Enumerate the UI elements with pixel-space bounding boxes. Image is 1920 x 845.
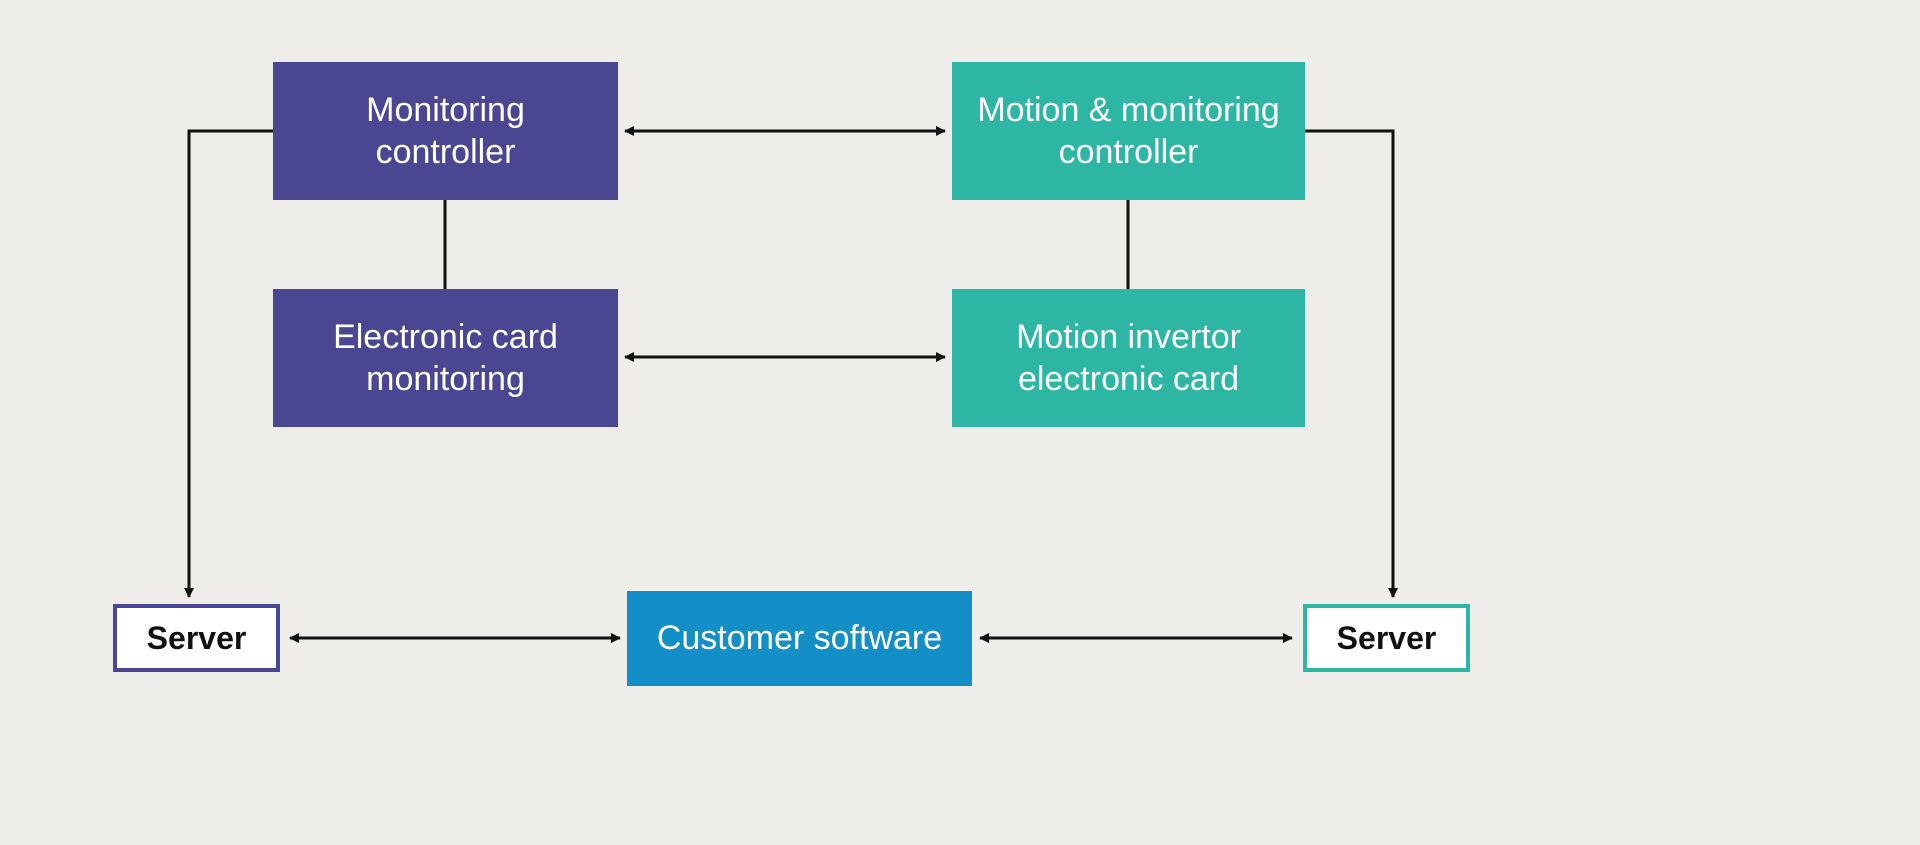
- customer-software-box: Customer software: [627, 591, 972, 686]
- monitoring-controller-box: Monitoring controller: [273, 62, 618, 200]
- server-left-box: Server: [113, 604, 280, 672]
- architecture-diagram: Monitoring controller Motion & monitorin…: [0, 0, 1920, 845]
- server-right-box: Server: [1303, 604, 1470, 672]
- motion-invertor-electronic-card-box: Motion invertor electronic card: [952, 289, 1305, 427]
- motion-monitoring-controller-box: Motion & monitoring controller: [952, 62, 1305, 200]
- electronic-card-monitoring-box: Electronic card monitoring: [273, 289, 618, 427]
